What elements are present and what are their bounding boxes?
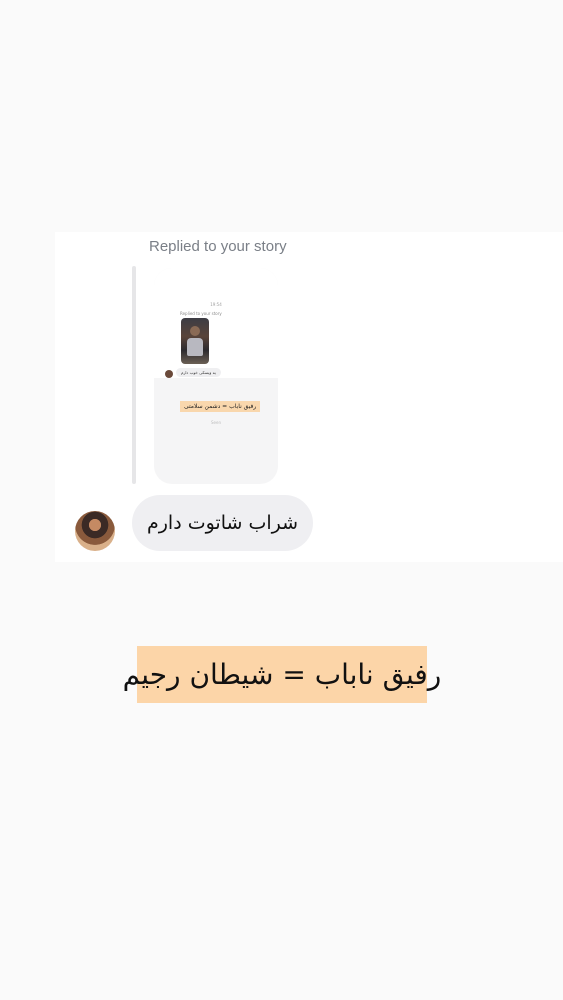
preview-highlight-text: رفیق ناباب = دشمن سلامتی xyxy=(180,401,261,412)
preview-story-thumbnail xyxy=(181,318,209,364)
preview-seen-label: Seen xyxy=(211,420,221,425)
message-bubble[interactable]: شراب شاتوت دارم xyxy=(132,495,313,551)
quote-bar xyxy=(132,266,136,484)
preview-avatar xyxy=(165,370,173,378)
chat-screenshot: Replied to your story 19:54 Replied to y… xyxy=(55,232,563,562)
story-screen: Replied to your story 19:54 Replied to y… xyxy=(0,0,563,1000)
story-preview-top: 19:54 Replied to your story یه ویسکی خوب… xyxy=(154,268,278,378)
preview-timestamp: 19:54 xyxy=(210,302,222,307)
story-headline: رفیق ناباب = شیطان رجیم xyxy=(123,646,441,703)
preview-replied-label: Replied to your story xyxy=(180,311,222,316)
story-preview[interactable]: 19:54 Replied to your story یه ویسکی خوب… xyxy=(154,268,278,484)
preview-message-bubble: یه ویسکی خوب دارم xyxy=(176,368,221,377)
sender-avatar[interactable] xyxy=(75,511,115,551)
replied-caption: Replied to your story xyxy=(149,238,287,255)
